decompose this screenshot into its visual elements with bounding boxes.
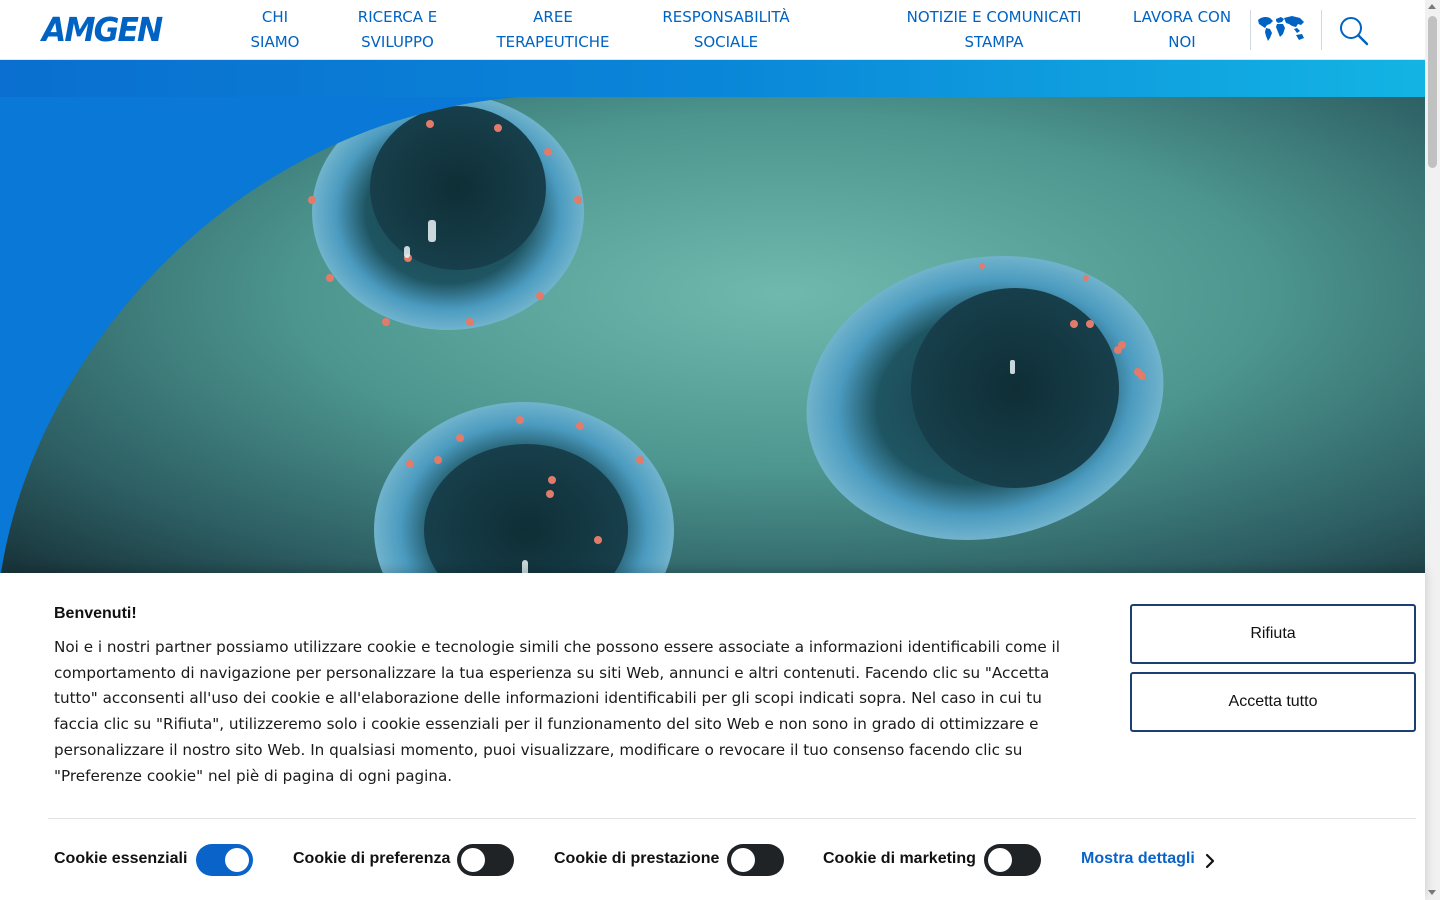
toggle-knob bbox=[225, 848, 249, 872]
nav-ricerca-e-sviluppo[interactable]: RICERCA E SVILUPPO bbox=[340, 5, 455, 55]
nav-label-line2: NOI bbox=[1168, 33, 1196, 51]
toggle-knob bbox=[461, 848, 485, 872]
cookie-banner-text: Noi e i nostri partner possiamo utilizza… bbox=[54, 638, 1060, 785]
toggle-preference-cookies[interactable] bbox=[457, 844, 514, 876]
accept-all-button[interactable]: Accetta tutto bbox=[1130, 672, 1416, 732]
scroll-down-arrow-icon[interactable] bbox=[1428, 890, 1436, 895]
page: AMGEN CHI SIAMO RICERCA E SVILUPPO AREE … bbox=[0, 0, 1440, 900]
show-details-link[interactable]: Mostra dettagli bbox=[1081, 850, 1195, 868]
toggle-label-performance: Cookie di prestazione bbox=[554, 850, 720, 867]
toggle-knob bbox=[988, 848, 1012, 872]
toggle-label-essential: Cookie essenziali bbox=[54, 850, 188, 867]
nav-label-line1: LAVORA CON bbox=[1132, 8, 1232, 26]
world-map-icon[interactable] bbox=[1256, 14, 1306, 42]
cookie-banner: Benvenuti! Noi e i nostri partner possia… bbox=[0, 573, 1425, 900]
nav-label-line2: SOCIALE bbox=[693, 33, 759, 51]
search-icon[interactable] bbox=[1338, 15, 1370, 47]
cookie-banner-title: Benvenuti! bbox=[54, 605, 137, 622]
toggle-performance-cookies[interactable] bbox=[727, 844, 784, 876]
hero-banner bbox=[0, 60, 1425, 580]
site-header: AMGEN CHI SIAMO RICERCA E SVILUPPO AREE … bbox=[0, 0, 1425, 60]
toggle-marketing-cookies[interactable] bbox=[984, 844, 1041, 876]
scrollbar-thumb[interactable] bbox=[1428, 16, 1437, 168]
toggle-label-marketing: Cookie di marketing bbox=[823, 850, 976, 867]
toggle-label-preference: Cookie di preferenza bbox=[293, 850, 451, 867]
nav-label-line2: SVILUPPO bbox=[361, 33, 434, 51]
nav-notizie-e-comunicati-stampa[interactable]: NOTIZIE E COMUNICATI STAMPA bbox=[896, 5, 1092, 55]
nav-label-line2: STAMPA bbox=[964, 33, 1024, 51]
nav-responsabilita-sociale[interactable]: RESPONSABILITÀ SOCIALE bbox=[656, 5, 796, 55]
page-scrollbar[interactable] bbox=[1425, 0, 1440, 900]
nav-chi-siamo[interactable]: CHI SIAMO bbox=[232, 5, 318, 55]
nav-label-line1: RESPONSABILITÀ bbox=[662, 8, 790, 26]
hero-cells-image bbox=[0, 97, 1425, 580]
nav-label-line2: TERAPEUTICHE bbox=[496, 33, 610, 51]
nav-label-line1: AREE bbox=[533, 8, 573, 26]
toggle-essential-cookies[interactable] bbox=[196, 844, 253, 876]
nav-label-line2: SIAMO bbox=[250, 33, 300, 51]
nav-aree-terapeutiche[interactable]: AREE TERAPEUTICHE bbox=[488, 5, 618, 55]
chevron-right-icon[interactable] bbox=[1203, 852, 1217, 870]
nav-label-line1: CHI bbox=[261, 8, 289, 26]
nav-lavora-con-noi[interactable]: LAVORA CON NOI bbox=[1124, 5, 1240, 55]
header-divider bbox=[1321, 10, 1322, 50]
scroll-up-arrow-icon[interactable] bbox=[1428, 4, 1436, 9]
toggle-knob bbox=[731, 848, 755, 872]
header-divider bbox=[1250, 10, 1251, 50]
nav-label-line1: RICERCA E bbox=[357, 8, 438, 26]
amgen-logo[interactable]: AMGEN bbox=[42, 12, 163, 48]
nav-label-line1: NOTIZIE E COMUNICATI bbox=[906, 8, 1082, 26]
reject-button[interactable]: Rifiuta bbox=[1130, 604, 1416, 664]
cookie-banner-divider bbox=[48, 818, 1416, 819]
